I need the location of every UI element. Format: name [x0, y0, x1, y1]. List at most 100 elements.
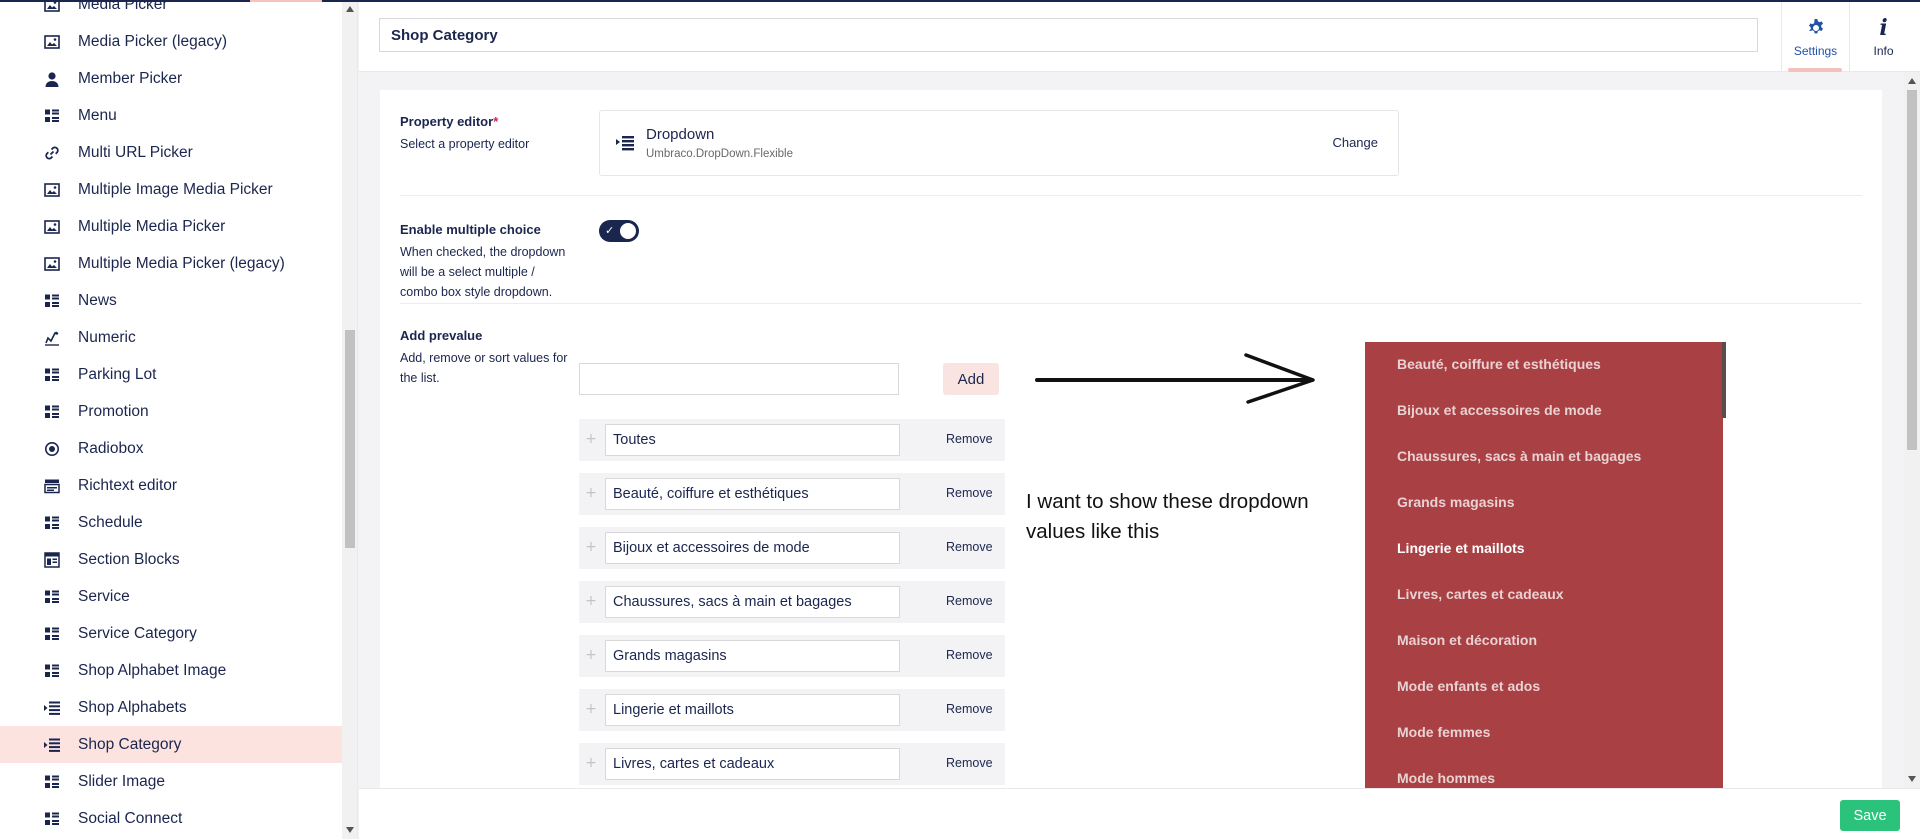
- editor-footer: Save: [359, 788, 1920, 839]
- sidebar-item-label: Shop Alphabet Image: [78, 661, 227, 679]
- dropdown-mockup-item: Beauté, coiffure et esthétiques: [1397, 356, 1601, 372]
- drag-handle-icon[interactable]: +: [585, 431, 597, 447]
- sidebar-item[interactable]: Media Picker: [0, 2, 342, 23]
- drag-handle-icon[interactable]: +: [585, 647, 597, 663]
- sidebar-item[interactable]: Member Picker: [0, 60, 342, 97]
- user-icon: [44, 71, 60, 87]
- remove-prevalue-button[interactable]: Remove: [946, 756, 993, 770]
- main-scroll-down-arrow[interactable]: [1908, 776, 1916, 782]
- multiple-choice-description: When checked, the dropdown will be a sel…: [400, 245, 566, 299]
- drag-handle-icon[interactable]: +: [585, 485, 597, 501]
- image-icon: [44, 256, 60, 272]
- property-editor-box[interactable]: Dropdown Umbraco.DropDown.Flexible Chang…: [599, 110, 1399, 176]
- remove-prevalue-button[interactable]: Remove: [946, 540, 993, 554]
- drag-handle-icon[interactable]: +: [585, 701, 597, 717]
- sidebar-item[interactable]: Parking Lot: [0, 356, 342, 393]
- dropdown-mockup-item: Mode enfants et ados: [1397, 678, 1541, 694]
- sidebar-item[interactable]: Media Picker (legacy): [0, 23, 342, 60]
- main-scroll-thumb[interactable]: [1907, 90, 1917, 450]
- sidebar-scroll-thumb[interactable]: [345, 330, 355, 548]
- sidebar-scroll-down-arrow[interactable]: [346, 827, 354, 833]
- main-scroll-up-arrow[interactable]: [1908, 78, 1916, 84]
- sidebar-item[interactable]: Slider Image: [0, 763, 342, 800]
- required-mark: *: [493, 114, 499, 129]
- prevalue-input[interactable]: Livres, cartes et cadeaux: [605, 748, 900, 780]
- grid-icon: [44, 663, 60, 679]
- prevalue-input[interactable]: Beauté, coiffure et esthétiques: [605, 478, 900, 510]
- sidebar-item-label: Richtext editor: [78, 476, 178, 494]
- richtext-icon: [44, 478, 60, 494]
- remove-prevalue-button[interactable]: Remove: [946, 594, 993, 608]
- sidebar-item[interactable]: Schedule: [0, 504, 342, 541]
- remove-prevalue-button[interactable]: Remove: [946, 648, 993, 662]
- sidebar-item[interactable]: Promotion: [0, 393, 342, 430]
- drag-handle-icon[interactable]: +: [585, 755, 597, 771]
- sidebar-item[interactable]: Multi URL Picker: [0, 134, 342, 171]
- sidebar-item[interactable]: Social Connect: [0, 800, 342, 837]
- prevalue-input[interactable]: Lingerie et maillots: [605, 694, 900, 726]
- sidebar-item-label: Schedule: [78, 513, 143, 531]
- settings-button[interactable]: Settings: [1781, 2, 1849, 72]
- prevalue-row: + Lingerie et maillots Remove: [579, 689, 1005, 731]
- drag-handle-icon[interactable]: +: [585, 593, 597, 609]
- dropdown-mockup-items: Beauté, coiffure et esthétiques Bijoux et…: [1365, 342, 1723, 839]
- list-icon: [44, 700, 60, 716]
- sidebar-item[interactable]: Service Category: [0, 615, 342, 652]
- prevalue-input[interactable]: Grands magasins: [605, 640, 900, 672]
- image-icon: [44, 2, 60, 13]
- annotation-arrow: [1035, 353, 1315, 404]
- change-editor-button[interactable]: Change: [1332, 135, 1378, 150]
- sidebar-item-label: Menu: [78, 106, 117, 124]
- prevalue-input[interactable]: Chaussures, sacs à main et bagages: [605, 586, 900, 618]
- remove-prevalue-button[interactable]: Remove: [946, 702, 993, 716]
- sidebar-item[interactable]: Radiobox: [0, 430, 342, 467]
- grid-icon: [44, 515, 60, 531]
- prevalue-input[interactable]: Toutes: [605, 424, 900, 456]
- save-button[interactable]: Save: [1840, 800, 1900, 831]
- dropdown-mockup: Beauté, coiffure et esthétiques Bijoux et…: [1365, 342, 1723, 839]
- sidebar-item-label: Section Blocks: [78, 550, 180, 568]
- prevalue-row: + Bijoux et accessoires de mode Remove: [579, 527, 1005, 569]
- grid-icon: [44, 589, 60, 605]
- add-prevalue-label: Add prevalue: [400, 328, 483, 343]
- sidebar-scroll-up-arrow[interactable]: [346, 6, 354, 12]
- sidebar-item-label: Shop Category: [78, 735, 182, 753]
- drag-handle-icon[interactable]: +: [585, 539, 597, 555]
- add-prevalue-button[interactable]: Add: [943, 363, 999, 395]
- sidebar-item[interactable]: Multiple Image Media Picker: [0, 171, 342, 208]
- sidebar-item[interactable]: Shop Alphabets: [0, 689, 342, 726]
- sidebar-item-label: Media Picker (legacy): [78, 32, 228, 50]
- name-input[interactable]: Shop Category: [379, 18, 1758, 52]
- prevalue-input[interactable]: Bijoux et accessoires de mode: [605, 532, 900, 564]
- dropdown-mockup-item: Chaussures, sacs à main et bagages: [1397, 448, 1642, 464]
- sidebar-item[interactable]: Numeric: [0, 319, 342, 356]
- new-prevalue-input[interactable]: [579, 363, 899, 395]
- sidebar-item[interactable]: Menu: [0, 97, 342, 134]
- dropdown-mockup-item: Livres, cartes et cadeaux: [1397, 586, 1564, 602]
- sidebar-item-label: Multiple Image Media Picker: [78, 180, 273, 198]
- sidebar-item-label: Multiple Media Picker (legacy): [78, 254, 285, 272]
- remove-prevalue-button[interactable]: Remove: [946, 486, 993, 500]
- sidebar-item[interactable]: Multiple Media Picker: [0, 208, 342, 245]
- sidebar-item[interactable]: Shop Category: [0, 726, 342, 763]
- sidebar-item[interactable]: Section Blocks: [0, 541, 342, 578]
- sidebar-item[interactable]: News: [0, 282, 342, 319]
- sidebar-item-label: Multiple Media Picker: [78, 217, 226, 235]
- multiple-choice-label: Enable multiple choice: [400, 222, 541, 237]
- sidebar-item-label: Numeric: [78, 328, 136, 346]
- toggle-knob: [620, 223, 636, 239]
- grid-icon: [44, 774, 60, 790]
- sidebar-item[interactable]: Service: [0, 578, 342, 615]
- multiple-choice-toggle[interactable]: ✓: [599, 220, 639, 242]
- sidebar-item[interactable]: Multiple Media Picker (legacy): [0, 245, 342, 282]
- dropdown-list-icon: [616, 135, 634, 151]
- sidebar-item[interactable]: Richtext editor: [0, 467, 342, 504]
- sidebar-item-label: Media Picker: [78, 2, 168, 13]
- sidebar-item-label: Member Picker: [78, 69, 183, 87]
- sidebar-item-label: Social Connect: [78, 809, 183, 827]
- sidebar-item[interactable]: Shop Alphabet Image: [0, 652, 342, 689]
- image-icon: [44, 182, 60, 198]
- info-button[interactable]: i Info: [1849, 2, 1917, 72]
- prevalue-row: + Grands magasins Remove: [579, 635, 1005, 677]
- remove-prevalue-button[interactable]: Remove: [946, 432, 993, 446]
